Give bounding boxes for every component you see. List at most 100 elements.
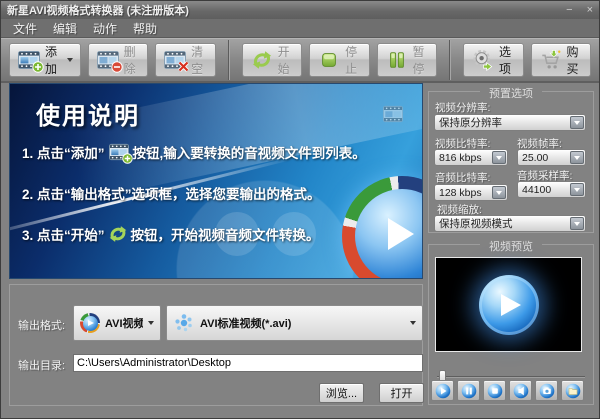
audio-bitrate-value: 128 kbps bbox=[435, 187, 492, 199]
resolution-select[interactable]: 保持原分辨率 bbox=[434, 114, 586, 131]
gear-icon bbox=[471, 49, 495, 71]
preview-open-folder-button[interactable] bbox=[561, 380, 584, 401]
media-player-logo bbox=[342, 176, 423, 279]
banner-title: 使用说明 bbox=[36, 96, 140, 131]
stop-icon bbox=[317, 49, 341, 71]
plus-badge-icon bbox=[32, 61, 44, 73]
sample-rate-value: 44100 bbox=[518, 184, 570, 196]
preview-controls bbox=[431, 380, 584, 401]
video-bitrate-select[interactable]: 816 kbps bbox=[434, 149, 508, 166]
instruction-step-3: 3. 点击“开始” 按钮，开始视频音频文件转换。 bbox=[22, 224, 320, 244]
add-button[interactable]: 添加 bbox=[9, 43, 81, 77]
camera-icon bbox=[539, 383, 555, 399]
play-logo-icon bbox=[479, 275, 539, 335]
speaker-icon bbox=[513, 383, 529, 399]
chevron-down-icon[interactable] bbox=[492, 151, 506, 164]
preview-stop-button[interactable] bbox=[483, 380, 506, 401]
chevron-down-icon[interactable] bbox=[492, 186, 506, 199]
video-bitrate-value: 816 kbps bbox=[435, 152, 492, 164]
close-button[interactable]: × bbox=[587, 5, 593, 16]
framerate-select[interactable]: 25.00 bbox=[517, 149, 586, 166]
resolution-value: 保持原分辨率 bbox=[435, 115, 570, 130]
toolbar-separator bbox=[228, 40, 230, 80]
start-button[interactable]: 开始 bbox=[242, 43, 302, 77]
film-add-icon bbox=[108, 142, 130, 162]
output-format-select[interactable]: AVI视频 bbox=[73, 305, 161, 341]
video-preview-screen[interactable] bbox=[435, 257, 582, 352]
app-window: 新星AVI视频格式转换器 (未注册版本) − × 文件 编辑 动作 帮助 添加 … bbox=[0, 0, 600, 419]
cart-icon bbox=[539, 49, 563, 71]
preset-group-title: 预置选项 bbox=[480, 85, 542, 101]
menu-item-edit[interactable]: 编辑 bbox=[45, 20, 85, 37]
video-scale-select[interactable]: 保持原视频模式 bbox=[434, 215, 586, 232]
menu-item-action[interactable]: 动作 bbox=[85, 20, 125, 37]
output-format-label: 输出格式: bbox=[18, 317, 65, 333]
output-dir-label: 输出目录: bbox=[18, 357, 65, 373]
convert-start-icon bbox=[108, 224, 128, 244]
minimize-button[interactable]: − bbox=[566, 5, 572, 16]
media-player-logo-icon bbox=[80, 313, 100, 333]
pause-button[interactable]: 暂停 bbox=[377, 43, 437, 77]
clear-button[interactable]: 清空 bbox=[155, 43, 215, 77]
step3-text-pre: 3. 点击“开始” bbox=[22, 224, 105, 244]
step2-text: 2. 点击“输出格式”选项框，选择您要输出的格式。 bbox=[22, 183, 321, 203]
film-strip-icon bbox=[380, 104, 406, 129]
folder-icon bbox=[565, 383, 581, 399]
output-profile-value: AVI标准视频(*.avi) bbox=[200, 315, 405, 331]
menu-item-file[interactable]: 文件 bbox=[5, 20, 45, 37]
instruction-step-2: 2. 点击“输出格式”选项框，选择您要输出的格式。 bbox=[22, 183, 321, 203]
pause-icon bbox=[385, 49, 409, 71]
chevron-down-icon[interactable] bbox=[570, 217, 584, 230]
chevron-down-icon[interactable] bbox=[570, 151, 584, 164]
window-title: 新星AVI视频格式转换器 (未注册版本) bbox=[7, 2, 189, 18]
audio-bitrate-label: 音频比特率: bbox=[435, 170, 490, 185]
seek-slider[interactable] bbox=[437, 376, 585, 378]
minus-badge-icon bbox=[111, 61, 123, 73]
buy-button[interactable]: 购买 bbox=[531, 43, 591, 77]
delete-label: 删除 bbox=[124, 43, 140, 77]
options-button[interactable]: 选项 bbox=[463, 43, 523, 77]
menu-item-help[interactable]: 帮助 bbox=[125, 20, 165, 37]
open-label: 打开 bbox=[391, 385, 413, 401]
instructions-banner: 使用说明 1. 点击“添加” 按钮,输入要转换的音视频文件到列表。 2. 点击“… bbox=[9, 83, 423, 279]
film-clear-icon bbox=[163, 49, 187, 71]
title-bar[interactable]: 新星AVI视频格式转换器 (未注册版本) − × bbox=[1, 1, 599, 19]
preview-group-title: 视频预览 bbox=[480, 238, 542, 254]
preview-pause-button[interactable] bbox=[457, 380, 480, 401]
pause-label: 暂停 bbox=[413, 43, 429, 77]
pause-icon bbox=[461, 383, 477, 399]
play-icon bbox=[435, 383, 451, 399]
delete-button[interactable]: 删除 bbox=[88, 43, 148, 77]
options-label: 选项 bbox=[499, 43, 515, 77]
preview-mute-button[interactable] bbox=[509, 380, 532, 401]
plus-badge-icon bbox=[122, 153, 133, 164]
step3-text-post: 按钮，开始视频音频文件转换。 bbox=[131, 224, 320, 244]
open-button[interactable]: 打开 bbox=[379, 383, 424, 403]
output-dir-input[interactable] bbox=[73, 354, 423, 372]
clear-label: 清空 bbox=[191, 43, 207, 77]
preview-play-button[interactable] bbox=[431, 380, 454, 401]
add-label: 添加 bbox=[45, 43, 60, 77]
chevron-down-icon[interactable] bbox=[570, 116, 584, 129]
framerate-value: 25.00 bbox=[518, 152, 570, 164]
avi-profile-icon bbox=[173, 312, 195, 334]
browse-button[interactable]: 浏览... bbox=[319, 383, 364, 403]
audio-bitrate-select[interactable]: 128 kbps bbox=[434, 184, 508, 201]
output-format-value: AVI视频 bbox=[105, 315, 143, 331]
output-settings-group: 输出格式: AVI视频 AVI标准视频(*.avi) 输出目录: 浏览... 打… bbox=[9, 284, 423, 406]
step1-text-pre: 1. 点击“添加” bbox=[22, 142, 105, 162]
stop-button[interactable]: 停止 bbox=[309, 43, 369, 77]
preset-options-group: 预置选项 视频分辨率: 保持原分辨率 视频比特率: 视频帧率: 816 kbps… bbox=[428, 91, 594, 233]
start-label: 开始 bbox=[278, 43, 294, 77]
stop-icon bbox=[487, 383, 503, 399]
menu-bar: 文件 编辑 动作 帮助 bbox=[1, 19, 599, 38]
chevron-down-icon[interactable] bbox=[570, 183, 584, 196]
sample-rate-select[interactable]: 44100 bbox=[517, 181, 586, 198]
output-profile-select[interactable]: AVI标准视频(*.avi) bbox=[166, 305, 423, 341]
film-add-icon bbox=[17, 49, 41, 71]
caret-down-icon bbox=[67, 58, 73, 62]
preview-snapshot-button[interactable] bbox=[535, 380, 558, 401]
stop-label: 停止 bbox=[345, 43, 361, 77]
toolbar-separator bbox=[449, 40, 451, 80]
browse-label: 浏览... bbox=[326, 385, 357, 401]
